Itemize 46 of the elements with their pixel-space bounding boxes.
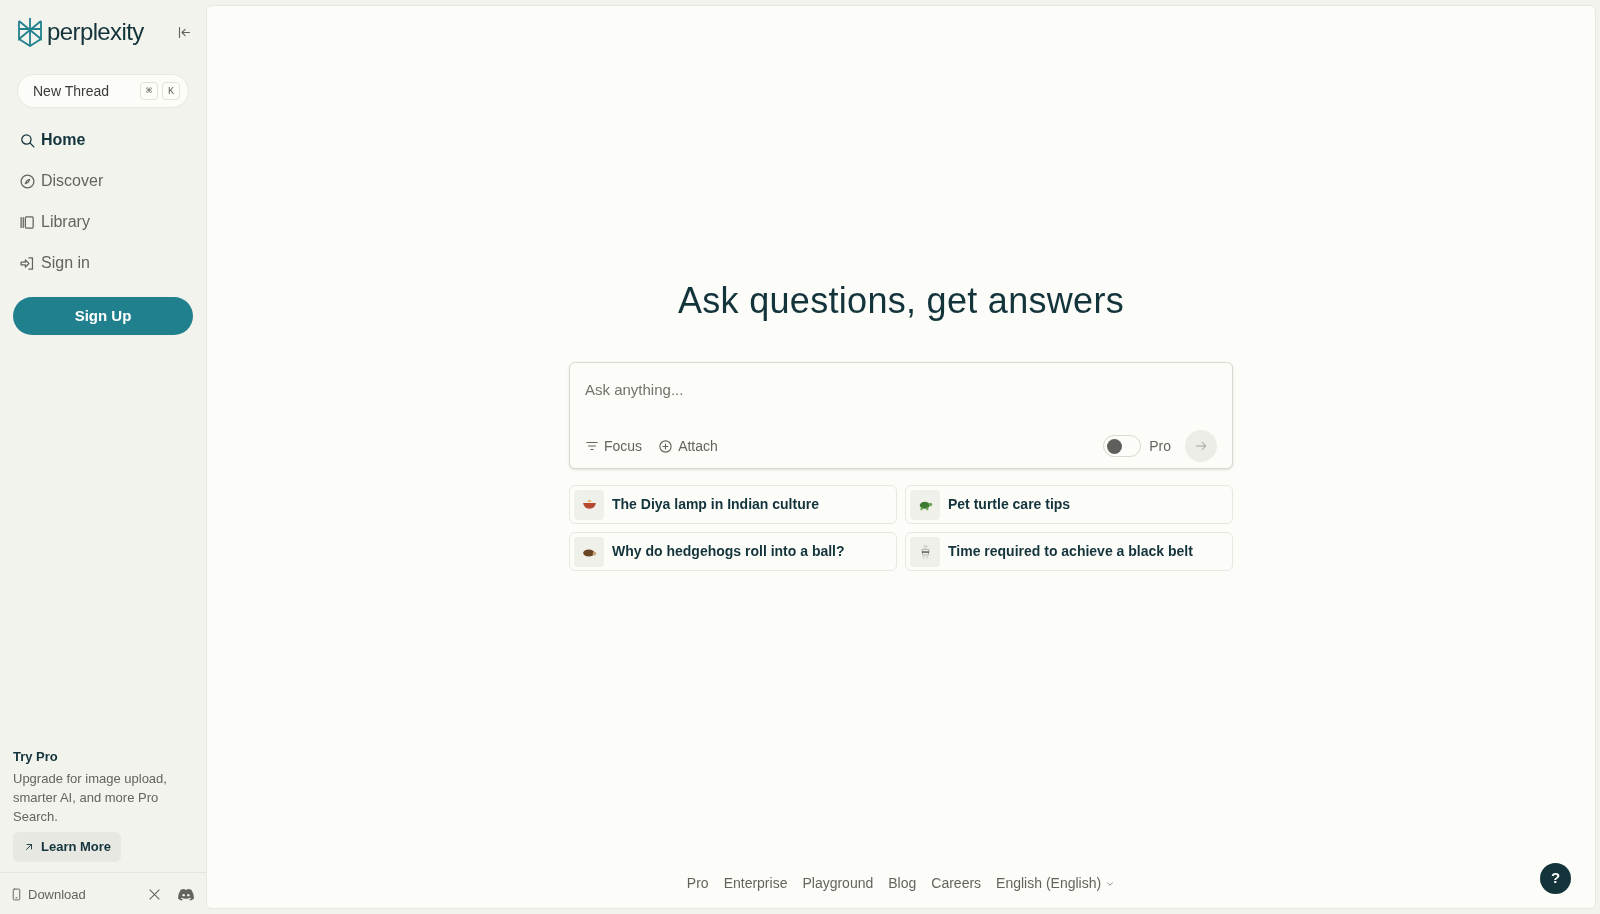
new-thread-label: New Thread xyxy=(33,81,109,101)
download-link[interactable]: Download xyxy=(10,884,86,904)
collapse-sidebar-button[interactable] xyxy=(177,24,192,40)
promo-title: Try Pro xyxy=(13,748,59,766)
sign-in-icon xyxy=(19,254,36,272)
pro-toggle[interactable] xyxy=(1103,435,1142,457)
suggestion-button[interactable]: Why do hedgehogs roll into a ball? xyxy=(569,532,897,571)
library-icon xyxy=(19,213,36,231)
footer-link[interactable]: Blog xyxy=(888,873,917,894)
arrow-right-icon xyxy=(1194,439,1208,453)
collapse-icon xyxy=(177,24,192,40)
language-selector[interactable]: English (English) xyxy=(996,873,1116,894)
discord-link[interactable] xyxy=(178,887,194,901)
shortcut-key: ⌘ xyxy=(140,82,158,100)
attach-button[interactable]: Attach xyxy=(658,435,718,457)
compass-icon xyxy=(19,172,36,190)
sidebar-nav-item[interactable]: Sign in xyxy=(13,251,193,275)
x-logo-icon xyxy=(148,887,161,901)
footer-link[interactable]: Pro xyxy=(686,873,709,894)
logo-text: perplexity xyxy=(47,17,144,47)
filter-icon xyxy=(585,439,599,453)
page-heading: Ask questions, get answers xyxy=(678,279,1124,323)
pro-label: Pro xyxy=(1149,436,1171,456)
footer-link[interactable]: Careers xyxy=(931,873,982,894)
plus-circle-icon xyxy=(658,438,674,454)
suggestion-button[interactable]: Time required to achieve a black belt xyxy=(905,532,1233,571)
learn-more-button[interactable]: Learn More xyxy=(13,831,122,862)
focus-button[interactable]: Focus xyxy=(585,435,643,457)
logo-icon xyxy=(16,17,44,47)
shortcut-key: K xyxy=(162,82,180,100)
suggestion-button[interactable]: Pet turtle care tips xyxy=(905,485,1233,524)
promo-text: Upgrade for image upload, smarter AI, and more Pro Search. xyxy=(13,769,168,826)
new-thread-button[interactable]: New Thread ⌘ K xyxy=(17,74,189,108)
search-box[interactable]: Ask anything... Focus Attach Pro xyxy=(569,362,1233,469)
footer-link[interactable]: Enterprise xyxy=(723,873,788,894)
discord-icon xyxy=(178,887,194,901)
x-link[interactable] xyxy=(148,887,161,901)
phone-icon xyxy=(10,886,23,902)
search-icon xyxy=(19,131,36,149)
sign-up-button[interactable]: Sign Up xyxy=(13,297,193,335)
help-button[interactable]: ? xyxy=(1540,863,1571,894)
footer-link[interactable]: Playground xyxy=(802,873,874,894)
sidebar-nav-item[interactable]: Library xyxy=(13,210,193,234)
sidebar-nav-item[interactable]: Home xyxy=(13,128,193,152)
sidebar-nav-item[interactable]: Discover xyxy=(13,169,193,193)
suggestion-button[interactable]: The Diya lamp in Indian culture xyxy=(569,485,897,524)
